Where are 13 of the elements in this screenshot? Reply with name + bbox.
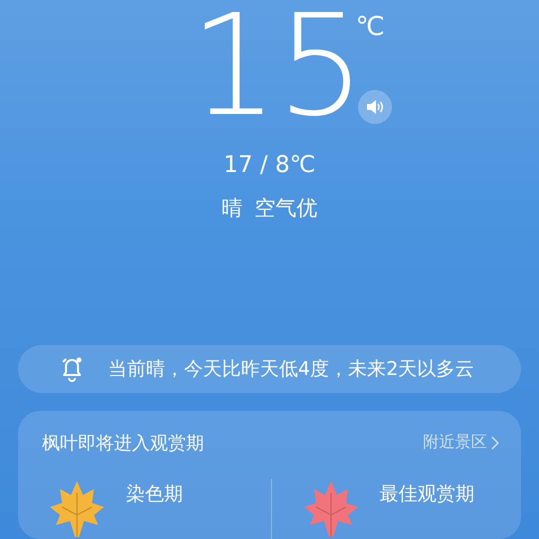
- nearby-attractions-link[interactable]: 附近景区: [423, 432, 499, 454]
- card-title: 枫叶即将进入观赏期: [42, 432, 204, 455]
- stage-label: 染色期: [126, 482, 183, 507]
- stage-label: 最佳观赏期: [380, 482, 474, 507]
- weather-condition: 晴: [222, 195, 242, 222]
- temperature-range: 17 / 8℃: [223, 152, 316, 178]
- air-quality: 空气优: [254, 195, 318, 222]
- speaker-button[interactable]: [358, 90, 392, 124]
- alert-text: 当前晴，今天比昨天低4度，未来2天以多云: [108, 356, 474, 382]
- chevron-right-icon: [491, 436, 499, 450]
- speaker-icon: [366, 99, 384, 115]
- alarm-bell-icon: [60, 356, 84, 382]
- weather-alert-bar[interactable]: 当前晴，今天比昨天低4度，未来2天以多云: [18, 345, 521, 393]
